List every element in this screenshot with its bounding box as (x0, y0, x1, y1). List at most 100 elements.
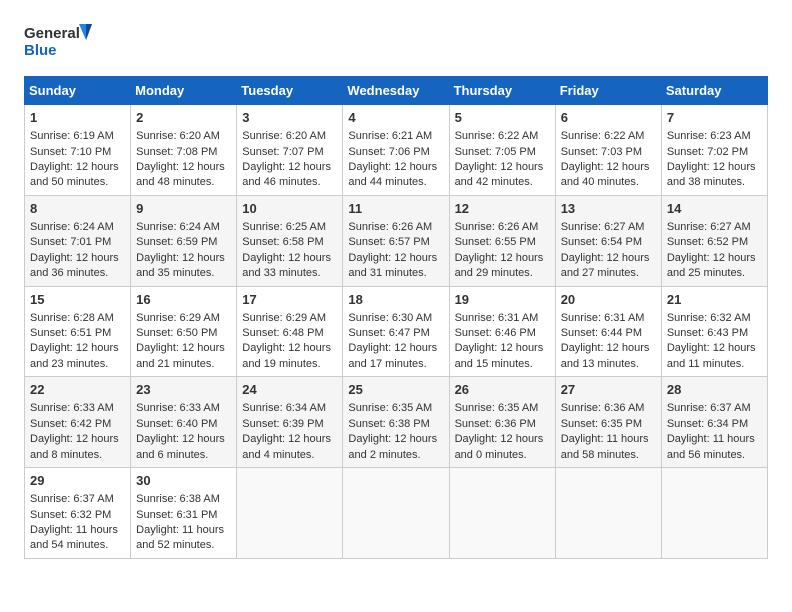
day-cell-27: 27 Sunrise: 6:36 AM Sunset: 6:35 PM Dayli… (555, 377, 661, 468)
week-row-4: 22 Sunrise: 6:33 AM Sunset: 6:42 PM Dayli… (25, 377, 768, 468)
day-info: Sunrise: 6:32 AM Sunset: 6:43 PM Dayligh… (667, 311, 762, 373)
day-of-week-sunday: Sunday (25, 77, 131, 105)
day-info: Sunrise: 6:20 AM Sunset: 7:08 PM Dayligh… (136, 129, 231, 191)
day-number: 7 (667, 109, 762, 127)
day-number: 24 (242, 381, 337, 399)
day-number: 12 (455, 200, 550, 218)
page: GeneralBlue SundayMondayTuesdayWednesday… (0, 0, 792, 575)
logo-svg: GeneralBlue (24, 20, 94, 64)
day-cell-8: 8Sunrise: 6:24 AM Sunset: 7:01 PM Daylig… (25, 195, 131, 286)
day-cell-26: 26 Sunrise: 6:35 AM Sunset: 6:36 PM Dayli… (449, 377, 555, 468)
day-number: 23 (136, 381, 231, 399)
day-number: 25 (348, 381, 443, 399)
day-info: Sunrise: 6:20 AM Sunset: 7:07 PM Dayligh… (242, 129, 337, 191)
day-number: 9 (136, 200, 231, 218)
day-number: 26 (455, 381, 550, 399)
day-number: 27 (561, 381, 656, 399)
calendar-table: SundayMondayTuesdayWednesdayThursdayFrid… (24, 76, 768, 559)
svg-text:General: General (24, 25, 80, 42)
day-of-week-tuesday: Tuesday (237, 77, 343, 105)
day-cell-24: 24 Sunrise: 6:34 AM Sunset: 6:39 PM Dayli… (237, 377, 343, 468)
day-of-week-thursday: Thursday (449, 77, 555, 105)
day-info: Sunrise: 6:34 AM Sunset: 6:39 PM Dayligh… (242, 401, 337, 463)
day-cell-15: 15Sunrise: 6:28 AM Sunset: 6:51 PM Dayli… (25, 286, 131, 377)
day-cell-28: 28 Sunrise: 6:37 AM Sunset: 6:34 PM Dayli… (661, 377, 767, 468)
day-cell-19: 19 Sunrise: 6:31 AM Sunset: 6:46 PM Dayli… (449, 286, 555, 377)
day-number: 13 (561, 200, 656, 218)
day-info: Sunrise: 6:31 AM Sunset: 6:44 PM Dayligh… (561, 311, 656, 373)
day-info: Sunrise: 6:27 AM Sunset: 6:52 PM Dayligh… (667, 220, 762, 282)
day-info: Sunrise: 6:37 AM Sunset: 6:34 PM Dayligh… (667, 401, 762, 463)
day-info: Sunrise: 6:35 AM Sunset: 6:36 PM Dayligh… (455, 401, 550, 463)
header: GeneralBlue (24, 20, 768, 64)
day-info: Sunrise: 6:29 AM Sunset: 6:50 PM Dayligh… (136, 311, 231, 373)
day-cell-25: 25 Sunrise: 6:35 AM Sunset: 6:38 PM Dayli… (343, 377, 449, 468)
day-info: Sunrise: 6:26 AM Sunset: 6:55 PM Dayligh… (455, 220, 550, 282)
day-info: Sunrise: 6:23 AM Sunset: 7:02 PM Dayligh… (667, 129, 762, 191)
logo: GeneralBlue (24, 20, 94, 64)
day-info: Sunrise: 6:24 AM Sunset: 6:59 PM Dayligh… (136, 220, 231, 282)
day-info: Sunrise: 6:24 AM Sunset: 7:01 PM Dayligh… (30, 220, 125, 282)
day-number: 19 (455, 291, 550, 309)
day-number: 21 (667, 291, 762, 309)
day-info: Sunrise: 6:22 AM Sunset: 7:03 PM Dayligh… (561, 129, 656, 191)
day-info: Sunrise: 6:27 AM Sunset: 6:54 PM Dayligh… (561, 220, 656, 282)
day-number: 11 (348, 200, 443, 218)
day-cell-29: 29 Sunrise: 6:37 AM Sunset: 6:32 PM Dayli… (25, 468, 131, 559)
day-number: 5 (455, 109, 550, 127)
day-cell-6: 6 Sunrise: 6:22 AM Sunset: 7:03 PM Daylig… (555, 105, 661, 196)
day-number: 3 (242, 109, 337, 127)
day-number: 20 (561, 291, 656, 309)
day-info: Sunrise: 6:35 AM Sunset: 6:38 PM Dayligh… (348, 401, 443, 463)
day-number: 4 (348, 109, 443, 127)
empty-cell (449, 468, 555, 559)
day-info: Sunrise: 6:36 AM Sunset: 6:35 PM Dayligh… (561, 401, 656, 463)
week-row-3: 15Sunrise: 6:28 AM Sunset: 6:51 PM Dayli… (25, 286, 768, 377)
day-cell-10: 10 Sunrise: 6:25 AM Sunset: 6:58 PM Dayli… (237, 195, 343, 286)
day-info: Sunrise: 6:37 AM Sunset: 6:32 PM Dayligh… (30, 492, 125, 554)
day-number: 2 (136, 109, 231, 127)
day-info: Sunrise: 6:29 AM Sunset: 6:48 PM Dayligh… (242, 311, 337, 373)
day-number: 1 (30, 109, 125, 127)
day-cell-21: 21 Sunrise: 6:32 AM Sunset: 6:43 PM Dayli… (661, 286, 767, 377)
svg-text:Blue: Blue (24, 42, 57, 59)
day-cell-9: 9 Sunrise: 6:24 AM Sunset: 6:59 PM Daylig… (131, 195, 237, 286)
day-cell-12: 12 Sunrise: 6:26 AM Sunset: 6:55 PM Dayli… (449, 195, 555, 286)
day-info: Sunrise: 6:33 AM Sunset: 6:40 PM Dayligh… (136, 401, 231, 463)
day-number: 14 (667, 200, 762, 218)
day-cell-30: 30 Sunrise: 6:38 AM Sunset: 6:31 PM Dayli… (131, 468, 237, 559)
day-info: Sunrise: 6:22 AM Sunset: 7:05 PM Dayligh… (455, 129, 550, 191)
day-cell-16: 16 Sunrise: 6:29 AM Sunset: 6:50 PM Dayli… (131, 286, 237, 377)
day-cell-11: 11Sunrise: 6:26 AM Sunset: 6:57 PM Dayli… (343, 195, 449, 286)
day-number: 22 (30, 381, 125, 399)
day-info: Sunrise: 6:28 AM Sunset: 6:51 PM Dayligh… (30, 311, 125, 373)
day-number: 16 (136, 291, 231, 309)
day-info: Sunrise: 6:25 AM Sunset: 6:58 PM Dayligh… (242, 220, 337, 282)
day-of-week-saturday: Saturday (661, 77, 767, 105)
day-cell-20: 20 Sunrise: 6:31 AM Sunset: 6:44 PM Dayli… (555, 286, 661, 377)
day-number: 10 (242, 200, 337, 218)
empty-cell (555, 468, 661, 559)
day-cell-13: 13 Sunrise: 6:27 AM Sunset: 6:54 PM Dayli… (555, 195, 661, 286)
day-of-week-friday: Friday (555, 77, 661, 105)
week-row-1: 1 Sunrise: 6:19 AM Sunset: 7:10 PM Daylig… (25, 105, 768, 196)
day-info: Sunrise: 6:30 AM Sunset: 6:47 PM Dayligh… (348, 311, 443, 373)
day-number: 28 (667, 381, 762, 399)
day-info: Sunrise: 6:31 AM Sunset: 6:46 PM Dayligh… (455, 311, 550, 373)
day-number: 18 (348, 291, 443, 309)
header-row: SundayMondayTuesdayWednesdayThursdayFrid… (25, 77, 768, 105)
day-cell-2: 2 Sunrise: 6:20 AM Sunset: 7:08 PM Daylig… (131, 105, 237, 196)
week-row-2: 8Sunrise: 6:24 AM Sunset: 7:01 PM Daylig… (25, 195, 768, 286)
day-cell-22: 22 Sunrise: 6:33 AM Sunset: 6:42 PM Dayli… (25, 377, 131, 468)
day-cell-4: 4Sunrise: 6:21 AM Sunset: 7:06 PM Daylig… (343, 105, 449, 196)
day-info: Sunrise: 6:38 AM Sunset: 6:31 PM Dayligh… (136, 492, 231, 554)
day-number: 29 (30, 472, 125, 490)
day-info: Sunrise: 6:33 AM Sunset: 6:42 PM Dayligh… (30, 401, 125, 463)
day-number: 30 (136, 472, 231, 490)
day-cell-3: 3 Sunrise: 6:20 AM Sunset: 7:07 PM Daylig… (237, 105, 343, 196)
day-cell-7: 7 Sunrise: 6:23 AM Sunset: 7:02 PM Daylig… (661, 105, 767, 196)
day-info: Sunrise: 6:19 AM Sunset: 7:10 PM Dayligh… (30, 129, 125, 191)
day-number: 6 (561, 109, 656, 127)
day-number: 17 (242, 291, 337, 309)
day-cell-14: 14 Sunrise: 6:27 AM Sunset: 6:52 PM Dayli… (661, 195, 767, 286)
